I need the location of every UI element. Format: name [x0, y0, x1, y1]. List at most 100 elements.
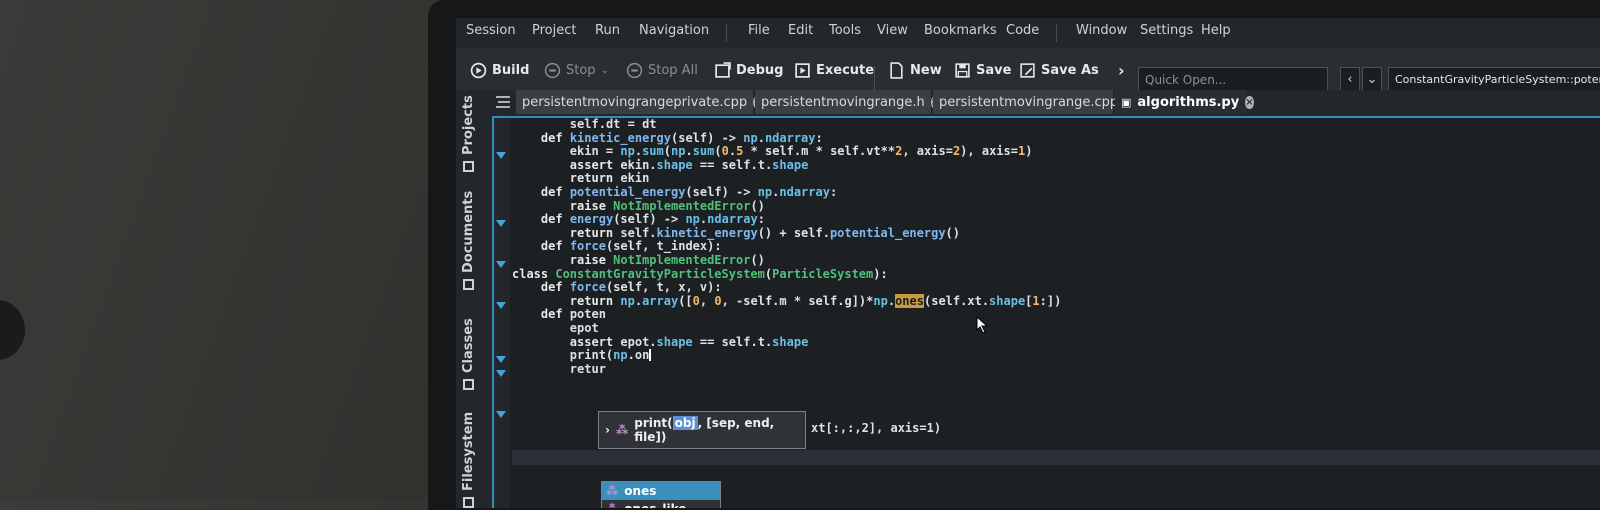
fold-marker-icon[interactable] — [496, 370, 506, 377]
python-file-icon: ▣ — [1121, 95, 1132, 109]
completion-label: ones_like — [624, 502, 686, 508]
signature-hint-popup: › ⁂ print(obj, [sep, end, file]) — [598, 411, 806, 449]
fold-gutter — [494, 118, 510, 508]
menu-run[interactable]: Run — [595, 23, 620, 38]
chevron-down-icon[interactable]: ⌄ — [601, 65, 609, 76]
code-line[interactable]: return np.array([0, 0, -self.m * self.g]… — [512, 293, 1061, 309]
new-button[interactable]: New — [888, 59, 942, 81]
filesystem-icon — [463, 497, 474, 508]
menu-tools[interactable]: Tools — [829, 23, 861, 38]
fold-marker-icon[interactable] — [496, 261, 506, 268]
sidebar-tab-label: Projects — [461, 95, 476, 155]
code-line[interactable]: assert epot.shape == self.t.shape — [512, 335, 1061, 350]
tab-persistentmovingrange-h[interactable]: persistentmovingrange.h × — [755, 90, 940, 114]
menu-session[interactable]: Session — [466, 23, 516, 38]
menu-code[interactable]: Code — [1006, 23, 1039, 38]
fold-marker-icon[interactable] — [496, 220, 506, 227]
chevron-right-icon[interactable]: › — [1118, 59, 1125, 81]
debug-button[interactable]: Debug — [714, 59, 783, 81]
sidebar-tab-label: Filesystem — [461, 411, 476, 491]
build-button[interactable]: Build — [470, 59, 529, 81]
save-as-button[interactable]: Save As — [1019, 59, 1099, 81]
build-label: Build — [492, 62, 530, 78]
documents-icon — [463, 279, 474, 290]
debug-icon — [715, 61, 731, 78]
code-line[interactable]: self.dt = dt — [512, 118, 1061, 132]
code-line[interactable]: def kinetic_energy(self) -> np.ndarray: — [512, 131, 1061, 146]
chevron-right-icon[interactable]: › — [605, 423, 610, 437]
tool-sidebar: Projects Documents Classes Filesystem — [456, 90, 492, 508]
execute-icon — [795, 62, 810, 78]
code-line[interactable]: def energy(self) -> np.ndarray: — [512, 212, 1061, 227]
menu-project[interactable]: Project — [532, 23, 576, 38]
menu-file[interactable]: File — [748, 23, 770, 38]
new-file-icon — [890, 61, 903, 79]
signature-current-param: obj — [672, 416, 698, 430]
fold-marker-icon[interactable] — [496, 152, 506, 159]
source-code[interactable]: self.dt = dt def kinetic_energy(self) ->… — [512, 118, 1061, 376]
code-line[interactable]: def force(self, t, x, v): — [512, 280, 1061, 295]
save-as-label: Save As — [1041, 62, 1099, 78]
fold-marker-icon[interactable] — [496, 356, 506, 363]
menu-help[interactable]: Help — [1201, 23, 1231, 38]
code-line[interactable]: class ConstantGravityParticleSystem(Part… — [512, 267, 1061, 282]
signature-function-name: print — [634, 416, 668, 430]
build-icon — [470, 62, 487, 78]
code-line[interactable]: return self.kinetic_energy() + self.pote… — [512, 226, 1061, 241]
sidebar-tab-documents[interactable]: Documents — [461, 191, 476, 290]
code-line[interactable]: assert ekin.shape == self.t.shape — [512, 158, 1061, 173]
chevron-left-icon: ‹ — [1347, 72, 1353, 87]
tab-label: algorithms.py — [1137, 94, 1240, 110]
mouse-pointer-icon — [976, 316, 989, 334]
desk-object — [0, 300, 25, 360]
code-line[interactable]: raise NotImplementedError() — [512, 253, 1061, 268]
menu-bar: Session Project Run Navigation File Edit… — [456, 18, 1600, 48]
stop-button[interactable]: Stop ⌄ — [544, 59, 609, 81]
code-line[interactable]: retur — [512, 362, 1061, 377]
function-icon: ⁂ — [615, 423, 629, 437]
save-button[interactable]: Save — [954, 59, 1011, 81]
fold-marker-icon[interactable] — [496, 411, 506, 418]
stop-label: Stop — [566, 62, 596, 78]
current-line-highlight — [512, 450, 1600, 465]
code-line[interactable]: return ekin — [512, 172, 1061, 186]
stop-icon — [544, 62, 561, 78]
code-editor[interactable]: self.dt = dt def kinetic_energy(self) ->… — [492, 116, 1600, 508]
tab-persistentmovingrange-cpp[interactable]: persistentmovingrange.cpp × — [933, 90, 1133, 114]
document-list-icon[interactable] — [496, 96, 510, 108]
execute-label: Execute — [816, 62, 875, 78]
save-label: Save — [976, 62, 1012, 78]
sidebar-tab-filesystem[interactable]: Filesystem — [461, 412, 476, 508]
tab-label: persistentmovingrange.cpp — [939, 94, 1119, 110]
menu-separator — [726, 24, 727, 42]
code-line[interactable]: print(np.on — [512, 348, 1061, 363]
menu-view[interactable]: View — [877, 23, 908, 38]
code-line[interactable]: raise NotImplementedError() — [512, 199, 1061, 214]
menu-edit[interactable]: Edit — [788, 23, 813, 38]
stop-all-button[interactable]: Stop All — [626, 59, 698, 81]
sidebar-tab-classes[interactable]: Classes — [461, 318, 476, 390]
completion-item[interactable]: ⁂ ones_like — [602, 500, 720, 508]
new-label: New — [910, 62, 942, 78]
tab-label: persistentmovingrange.h — [761, 94, 925, 110]
code-line[interactable]: def force(self, t_index): — [512, 240, 1061, 254]
tab-algorithms-py[interactable]: ▣ algorithms.py × — [1115, 90, 1254, 114]
code-line[interactable]: def potential_energy(self) -> np.ndarray… — [512, 185, 1061, 200]
code-fragment: xt[:,:,2], axis=1) — [811, 421, 942, 435]
completion-popup[interactable]: ⁂ ones ⁂ ones_like — [601, 481, 721, 508]
tab-persistentmovingrangeprivate-cpp[interactable]: persistentmovingrangeprivate.cpp × — [516, 90, 762, 114]
fold-marker-icon[interactable] — [496, 302, 506, 309]
menu-separator — [1056, 24, 1057, 42]
tab-label: persistentmovingrangeprivate.cpp — [522, 94, 748, 110]
toolbar-separator — [874, 66, 875, 90]
code-line[interactable]: ekin = np.sum(np.sum(0.5 * self.m * self… — [512, 144, 1061, 159]
menu-window[interactable]: Window — [1076, 23, 1127, 38]
menu-settings[interactable]: Settings — [1140, 23, 1193, 38]
menu-bookmarks[interactable]: Bookmarks — [924, 23, 997, 38]
ide-window: Session Project Run Navigation File Edit… — [456, 18, 1600, 508]
close-icon[interactable]: × — [1245, 95, 1254, 109]
sidebar-tab-projects[interactable]: Projects — [461, 95, 476, 172]
menu-navigation[interactable]: Navigation — [639, 23, 709, 38]
execute-button[interactable]: Execute — [794, 59, 874, 81]
completion-item[interactable]: ⁂ ones — [602, 482, 720, 500]
